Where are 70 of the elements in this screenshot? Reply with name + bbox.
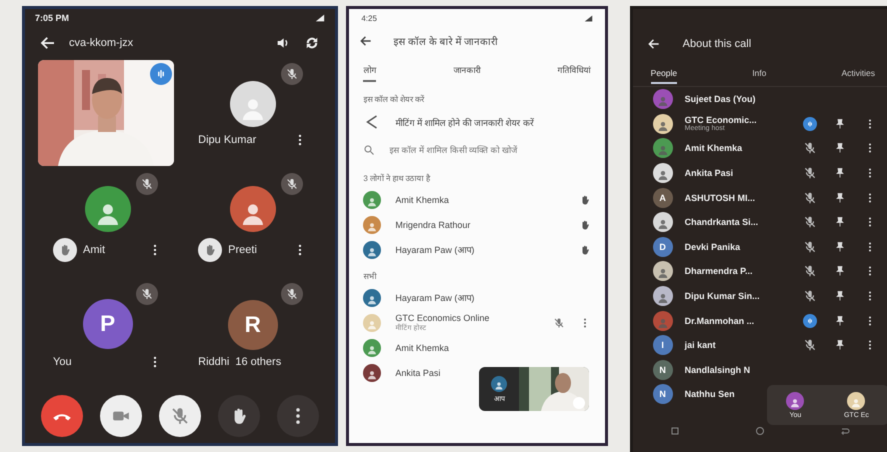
participant-name: Devki Panika	[684, 242, 742, 252]
participant-name: Chandrkanta Si...	[684, 217, 760, 228]
participant-name: Nathhu Sen	[684, 389, 736, 400]
participant-name: ASHUTOSH MI...	[684, 192, 756, 203]
raise-hand-button[interactable]	[218, 395, 260, 437]
panel-title: इस कॉल के बारे में जानकारी	[393, 35, 498, 48]
section-label: इस कॉल को शेयर करें	[362, 94, 426, 106]
avatar: A	[652, 188, 673, 208]
pin-icon[interactable]	[834, 167, 846, 180]
status-time: 4:25	[361, 14, 377, 22]
participant-name: GTC Economic...	[684, 115, 758, 126]
end-call-button[interactable]	[41, 395, 84, 437]
signal-icon	[584, 14, 593, 22]
participant-name: Preeti	[228, 244, 257, 256]
others-count: 16 others	[235, 356, 282, 368]
avatar: R	[228, 300, 278, 350]
pin-icon[interactable]	[834, 314, 846, 327]
tab[interactable]: Activities	[841, 62, 875, 84]
participant-name: Ankita Pasi	[395, 368, 442, 378]
panel-title: About this call	[682, 38, 752, 50]
avatar: I	[652, 335, 673, 356]
recent-apps-icon[interactable]	[669, 424, 682, 437]
pin-icon[interactable]	[834, 142, 846, 154]
home-icon[interactable]	[754, 424, 766, 437]
participant-name: Ankita Pasi	[684, 168, 734, 178]
pin-icon[interactable]	[834, 265, 846, 278]
participant-name: Sujeet Das (You)	[684, 94, 757, 104]
tab[interactable]: People	[650, 62, 678, 84]
section-label: 3 लोगों ने हाथ उठाया है	[362, 172, 432, 185]
participant-name: Amit Khemka	[395, 342, 450, 352]
meeting-code: cva-kkom-jzx	[69, 37, 134, 49]
participant-name: Amit Khemka	[395, 194, 450, 204]
avatar: N	[652, 384, 673, 404]
search-icon	[363, 144, 376, 156]
avatar: N	[652, 360, 673, 380]
status-time: 7:05 PM	[35, 13, 70, 23]
pin-icon[interactable]	[834, 339, 846, 352]
participant-name: You	[53, 356, 72, 368]
pin-icon[interactable]	[834, 290, 846, 302]
avatar: D	[652, 236, 673, 257]
participant-name: Amit	[83, 244, 105, 256]
camera-button[interactable]	[100, 395, 142, 437]
participant-name: Hayaram Paw (आप)	[395, 292, 476, 304]
share-link[interactable]: मीटिंग में शामिल होने की जानकारी शेयर करें	[395, 116, 534, 128]
tab[interactable]: गतिविधियां	[558, 58, 591, 82]
participant-name: Amit Khemka	[684, 143, 744, 154]
participant-name: Nandlalsingh N	[684, 364, 752, 375]
participant-name: GTC Economics Online	[395, 313, 490, 323]
section-label: सभी	[362, 270, 378, 283]
participant-name: jai kant	[684, 340, 717, 350]
pin-icon[interactable]	[834, 240, 846, 253]
participant-name: Hayaram Paw (आप)	[395, 244, 476, 256]
pin-icon[interactable]	[834, 118, 846, 130]
tab[interactable]: Info	[752, 62, 766, 84]
pin-icon[interactable]	[834, 216, 846, 228]
mic-button[interactable]	[159, 395, 202, 437]
tab[interactable]: जानकारी	[453, 58, 480, 82]
avatar: P	[82, 299, 133, 349]
participant-name: Riddhi	[198, 356, 230, 368]
search-field[interactable]: इस कॉल में शामिल किसी व्यक्ति को खोजें	[389, 143, 591, 157]
participant-name: Dipu Kumar	[198, 134, 256, 146]
participant-name: Dr.Manmohan ...	[684, 316, 756, 326]
participant-name: Dharmendra P...	[684, 266, 754, 276]
pin-icon[interactable]	[834, 192, 846, 204]
tab[interactable]: लोग	[363, 58, 376, 82]
back-icon[interactable]	[646, 37, 661, 51]
signal-icon	[315, 13, 326, 23]
back-icon[interactable]	[359, 34, 374, 48]
participant-name: Dipu Kumar Sin...	[684, 291, 761, 302]
participant-name: Mrigendra Rathour	[395, 220, 472, 230]
